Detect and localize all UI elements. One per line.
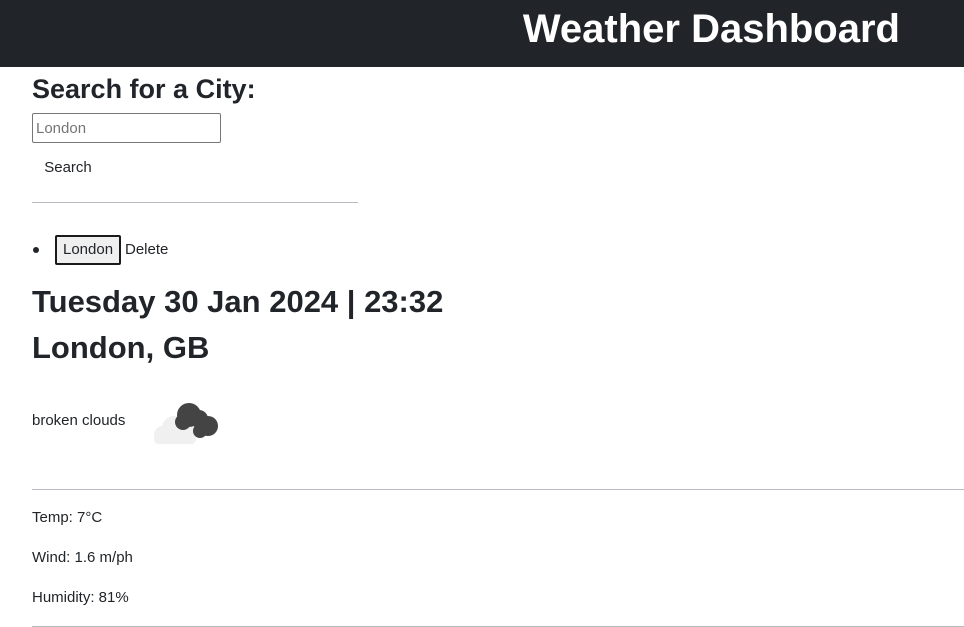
list-bullet <box>33 247 39 253</box>
history-city-button[interactable]: London <box>55 235 122 265</box>
app-header: Weather Dashboard <box>0 0 964 67</box>
stats-divider-top <box>32 489 964 490</box>
search-divider <box>32 202 358 203</box>
temperature-value: Temp: 7°C <box>32 509 103 526</box>
current-datetime: Tuesday 30 Jan 2024 | 23:32 <box>32 284 444 319</box>
search-heading: Search for a City: <box>32 74 256 104</box>
current-location: London, GB <box>32 330 210 365</box>
humidity-value: Humidity: 81% <box>32 589 129 606</box>
broken-clouds-icon <box>154 403 218 444</box>
app-title: Weather Dashboard <box>522 7 900 51</box>
history-delete-button[interactable]: Delete <box>125 239 168 261</box>
weather-description: broken clouds <box>32 412 126 429</box>
wind-value: Wind: 1.6 m/ph <box>32 549 133 566</box>
city-search-input[interactable] <box>32 113 221 143</box>
search-button[interactable]: Search <box>33 153 103 181</box>
